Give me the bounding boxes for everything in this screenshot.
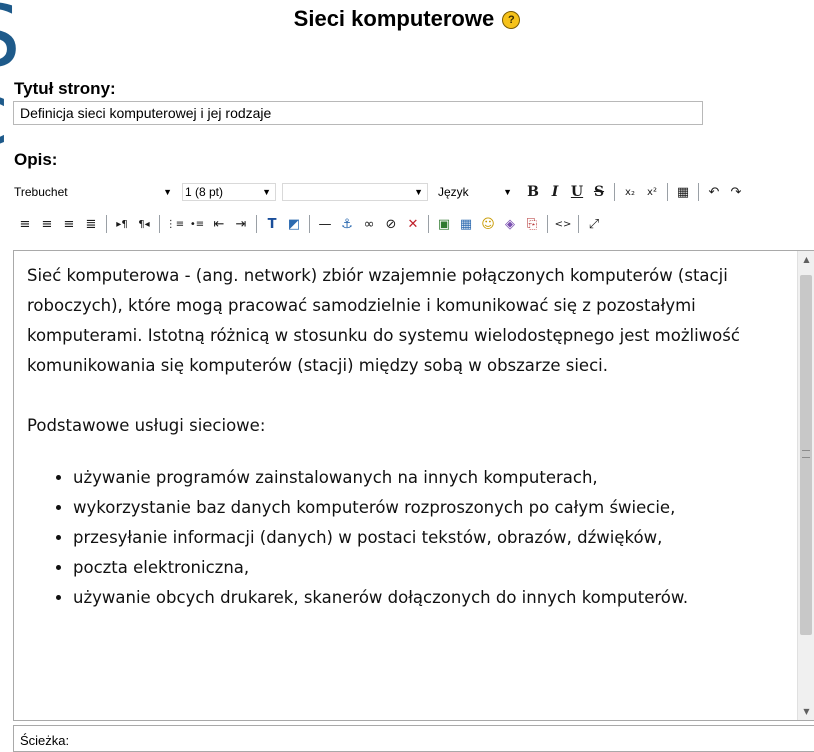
toolbar-separator bbox=[667, 183, 668, 201]
unordered-list-icon[interactable]: •≡ bbox=[186, 214, 208, 234]
editor-toolbar-row-2: ≡ ≡ ≡ ≣ ▸¶ ¶◂ ⋮≡ •≡ ⇤ ⇥ T ◩ — ⚓ ∞ ⊘ ✕ ▣ … bbox=[14, 212, 605, 236]
smiley-icon[interactable]: ☺ bbox=[477, 214, 499, 234]
language-value: Język bbox=[438, 185, 469, 199]
chevron-down-icon: ▼ bbox=[503, 187, 512, 197]
insert-table-icon[interactable]: ▦ bbox=[455, 214, 477, 234]
outdent-icon[interactable]: ⇤ bbox=[208, 214, 230, 234]
anchor-icon[interactable]: ⚓ bbox=[336, 214, 358, 234]
search-replace-icon[interactable]: ⎘ bbox=[521, 214, 543, 234]
align-center-icon[interactable]: ≡ bbox=[36, 214, 58, 234]
italic-icon[interactable]: I bbox=[544, 182, 566, 202]
toolbar-separator bbox=[159, 215, 160, 233]
background-letter: c bbox=[0, 72, 9, 158]
align-right-icon[interactable]: ≡ bbox=[58, 214, 80, 234]
language-select[interactable]: Język ▼ bbox=[434, 183, 516, 201]
scroll-down-arrow-icon[interactable]: ▼ bbox=[798, 703, 814, 720]
rtl-icon[interactable]: ¶◂ bbox=[133, 214, 155, 234]
description-label: Opis: bbox=[14, 150, 58, 169]
scrollbar-thumb[interactable] bbox=[800, 275, 812, 635]
editor-paragraph: Sieć komputerowa - (ang. network) zbiór … bbox=[27, 266, 740, 375]
ordered-list-icon[interactable]: ⋮≡ bbox=[164, 214, 186, 234]
services-list: używanie programów zainstalowanych na in… bbox=[27, 463, 785, 613]
justify-icon[interactable]: ≣ bbox=[80, 214, 102, 234]
editor-toolbar-row-1: Trebuchet ▼ 1 (8 pt) ▼ ▼ Język ▼ B I U S… bbox=[14, 180, 747, 204]
font-family-select[interactable]: Trebuchet ▼ bbox=[14, 183, 176, 201]
chevron-down-icon: ▼ bbox=[163, 187, 172, 197]
font-family-value: Trebuchet bbox=[14, 185, 68, 199]
ltr-icon[interactable]: ▸¶ bbox=[111, 214, 133, 234]
chevron-down-icon: ▼ bbox=[262, 187, 271, 197]
superscript-icon[interactable]: x² bbox=[641, 182, 663, 202]
underline-icon[interactable]: U bbox=[566, 182, 588, 202]
special-char-icon[interactable]: ◈ bbox=[499, 214, 521, 234]
toolbar-separator bbox=[614, 183, 615, 201]
fullscreen-icon[interactable]: ⤢ bbox=[583, 214, 605, 234]
list-item: przesyłanie informacji (danych) w postac… bbox=[73, 523, 785, 553]
paragraph-style-select[interactable]: ▼ bbox=[282, 183, 428, 201]
scroll-up-arrow-icon[interactable]: ▲ bbox=[798, 251, 814, 268]
element-path-bar: Ścieżka: bbox=[13, 725, 814, 752]
text-color-icon[interactable]: T bbox=[261, 214, 283, 234]
nolink-icon[interactable]: ✕ bbox=[402, 214, 424, 234]
toolbar-separator bbox=[106, 215, 107, 233]
undo-icon[interactable]: ↶ bbox=[703, 182, 725, 202]
editor-content[interactable]: Sieć komputerowa - (ang. network) zbiór … bbox=[14, 251, 797, 720]
horizontal-rule-icon[interactable]: — bbox=[314, 214, 336, 234]
help-icon[interactable]: ? bbox=[502, 11, 521, 30]
background-color-icon[interactable]: ◩ bbox=[283, 214, 305, 234]
list-item: używanie obcych drukarek, skanerów dołąc… bbox=[73, 583, 785, 613]
list-item: poczta elektroniczna, bbox=[73, 553, 785, 583]
html-source-icon[interactable]: <> bbox=[552, 214, 574, 234]
toolbar-separator bbox=[547, 215, 548, 233]
editor-paragraph: Podstawowe usługi sieciowe: bbox=[27, 416, 266, 435]
rich-text-editor[interactable]: Sieć komputerowa - (ang. network) zbiór … bbox=[13, 250, 814, 721]
redo-icon[interactable]: ↷ bbox=[725, 182, 747, 202]
toolbar-separator bbox=[428, 215, 429, 233]
toolbar-separator bbox=[578, 215, 579, 233]
chevron-down-icon: ▼ bbox=[414, 187, 423, 197]
page-title: Sieci komputerowe bbox=[293, 6, 495, 31]
path-label: Ścieżka: bbox=[20, 733, 70, 748]
insert-image-icon[interactable]: ▣ bbox=[433, 214, 455, 234]
unlink-icon[interactable]: ⊘ bbox=[380, 214, 402, 234]
grip-icon bbox=[802, 450, 810, 458]
link-icon[interactable]: ∞ bbox=[358, 214, 380, 234]
toolbar-separator bbox=[698, 183, 699, 201]
editor-scrollbar[interactable]: ▲ ▼ bbox=[797, 251, 814, 720]
paste-word-icon[interactable]: ▦ bbox=[672, 182, 694, 202]
page-header: Sieci komputerowe ? bbox=[0, 6, 814, 32]
indent-icon[interactable]: ⇥ bbox=[230, 214, 252, 234]
subscript-icon[interactable]: x₂ bbox=[619, 182, 641, 202]
font-size-select[interactable]: 1 (8 pt) ▼ bbox=[182, 183, 276, 201]
list-item: używanie programów zainstalowanych na in… bbox=[73, 463, 785, 493]
bold-icon[interactable]: B bbox=[522, 182, 544, 202]
page-title-label: Tytuł strony: bbox=[14, 79, 116, 98]
align-left-icon[interactable]: ≡ bbox=[14, 214, 36, 234]
toolbar-separator bbox=[309, 215, 310, 233]
strikethrough-icon[interactable]: S bbox=[588, 182, 610, 202]
page-title-input[interactable] bbox=[13, 101, 703, 125]
toolbar-separator bbox=[256, 215, 257, 233]
font-size-value: 1 (8 pt) bbox=[185, 185, 224, 199]
list-item: wykorzystanie baz danych komputerów rozp… bbox=[73, 493, 785, 523]
